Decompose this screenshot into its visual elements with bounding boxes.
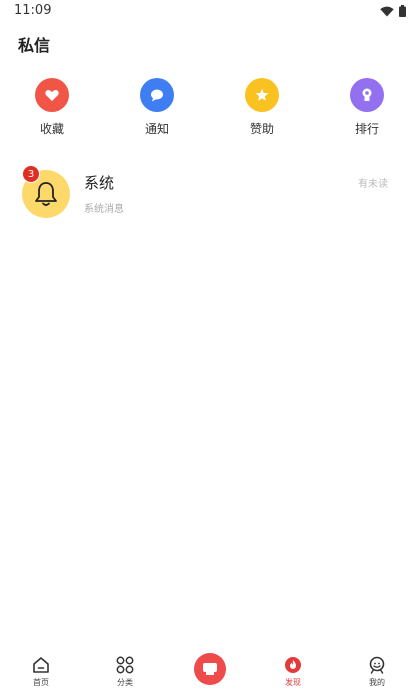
message-status: 有未读	[358, 179, 388, 190]
quick-action-label: 收藏	[39, 122, 64, 136]
tab-label: 分类	[117, 678, 133, 687]
category-grid-icon	[116, 656, 134, 674]
heart-icon	[45, 89, 59, 101]
quick-actions: 收藏 通知 赞助 排行	[0, 78, 420, 142]
ranking-circle	[350, 78, 384, 112]
ranking-icon	[362, 88, 372, 101]
status-time: 11:09	[14, 3, 52, 18]
quick-action-label: 通知	[144, 122, 169, 136]
tab-discover[interactable]: 发现	[258, 650, 328, 700]
page-title: 私信	[18, 36, 51, 55]
status-bar: 11:09	[0, 0, 420, 24]
center-action-button[interactable]	[194, 653, 226, 685]
chat-bubble-icon	[151, 89, 163, 101]
message-title: 系统	[84, 174, 115, 192]
sponsor-circle	[245, 78, 279, 112]
star-icon	[255, 88, 269, 101]
tab-label: 发现	[285, 678, 301, 687]
quick-action-ranking[interactable]: 排行	[332, 78, 402, 137]
tab-category[interactable]: 分类	[90, 650, 160, 700]
wifi-icon	[380, 6, 394, 16]
flame-icon	[285, 657, 301, 673]
unread-count-badge: 3	[22, 165, 40, 183]
notifications-circle	[140, 78, 174, 112]
status-icons	[380, 5, 406, 17]
bottom-tab-bar: 首页 分类 发现 我的	[0, 650, 420, 700]
tab-label: 首页	[33, 678, 49, 687]
quick-action-notifications[interactable]: 通知	[122, 78, 192, 137]
message-item-system[interactable]: 3 系统 系统消息 有未读	[0, 160, 420, 232]
tab-home[interactable]: 首页	[6, 650, 76, 700]
battery-icon	[399, 5, 406, 17]
quick-action-label: 赞助	[249, 122, 274, 136]
favorites-circle	[35, 78, 69, 112]
center-action-icon	[203, 663, 217, 675]
message-subtitle: 系统消息	[84, 204, 124, 215]
quick-action-label: 排行	[354, 122, 379, 136]
tab-profile[interactable]: 我的	[342, 650, 412, 700]
quick-action-sponsor[interactable]: 赞助	[227, 78, 297, 137]
bell-icon	[35, 182, 57, 206]
quick-action-favorites[interactable]: 收藏	[17, 78, 87, 137]
home-icon	[33, 657, 49, 673]
profile-icon	[369, 656, 385, 674]
tab-label: 我的	[369, 678, 385, 687]
